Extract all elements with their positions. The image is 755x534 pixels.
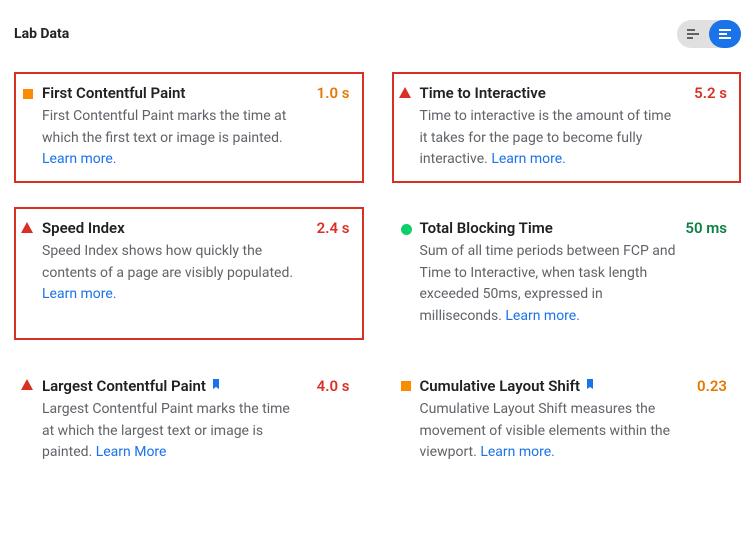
metric-value: 50 ms xyxy=(675,219,727,237)
metric-title: Time to Interactive xyxy=(420,84,546,102)
learn-more-link[interactable]: Learn more. xyxy=(480,444,555,460)
learn-more-link[interactable]: Learn More xyxy=(96,444,167,460)
metric-cls: Cumulative Layout Shift 0.23 Cumulative La… xyxy=(392,364,742,476)
metric-value: 4.0 s xyxy=(307,377,350,395)
metric-value: 0.23 xyxy=(687,377,727,395)
status-warn-icon xyxy=(23,89,33,99)
learn-more-link[interactable]: Learn more. xyxy=(42,286,117,302)
learn-more-link[interactable]: Learn more. xyxy=(505,308,580,324)
bookmark-icon xyxy=(210,376,222,395)
metric-title: Speed Index xyxy=(42,219,125,237)
status-bad-icon xyxy=(399,87,411,98)
metric-tti: Time to Interactive 5.2 sTime to interact… xyxy=(392,72,742,183)
metric-description: Speed Index shows how quickly the conten… xyxy=(42,241,302,306)
lines-icon xyxy=(687,28,699,40)
metric-title: Cumulative Layout Shift xyxy=(420,377,581,395)
metric-fcp: First Contentful Paint 1.0 s First Content… xyxy=(14,72,364,183)
bookmark-icon xyxy=(584,376,596,395)
learn-more-link[interactable]: Learn more. xyxy=(42,151,117,167)
view-toggle xyxy=(677,20,741,48)
metric-description: Time to interactive is the amount of tim… xyxy=(420,106,680,171)
metric-si: Speed Index 2.4 s Speed Index shows how qu… xyxy=(14,207,364,340)
status-bad-icon xyxy=(21,379,33,390)
metrics-grid: First Contentful Paint 1.0 s First Content… xyxy=(14,72,741,476)
metric-title: First Contentful Paint xyxy=(42,84,185,102)
lines-icon xyxy=(719,28,731,40)
view-compact-button[interactable] xyxy=(677,20,709,48)
metric-title: Largest Contentful Paint xyxy=(42,377,206,395)
metric-description: First Contentful Paint marks the time at… xyxy=(42,106,302,171)
metric-value: 2.4 s xyxy=(307,219,350,237)
status-bad-icon xyxy=(21,222,33,233)
metric-value: 1.0 s xyxy=(307,84,350,102)
metric-lcp: Largest Contentful Paint 4.0 s Largest Con… xyxy=(14,364,364,476)
status-warn-icon xyxy=(401,381,411,391)
metric-title: Total Blocking Time xyxy=(420,219,553,237)
metric-description: Largest Contentful Paint marks the time … xyxy=(42,399,302,464)
metric-description: Sum of all time periods between FCP and … xyxy=(420,241,680,328)
metric-tbt: Total Blocking Time 50 ms Sum of all time … xyxy=(392,207,742,340)
header: Lab Data xyxy=(14,20,741,48)
metric-description: Cumulative Layout Shift measures the mov… xyxy=(420,399,680,464)
metric-value: 5.2 s xyxy=(684,84,727,102)
status-good-icon xyxy=(401,224,412,235)
section-title: Lab Data xyxy=(14,26,69,42)
view-expanded-button[interactable] xyxy=(709,20,741,48)
learn-more-link[interactable]: Learn more. xyxy=(491,151,566,167)
